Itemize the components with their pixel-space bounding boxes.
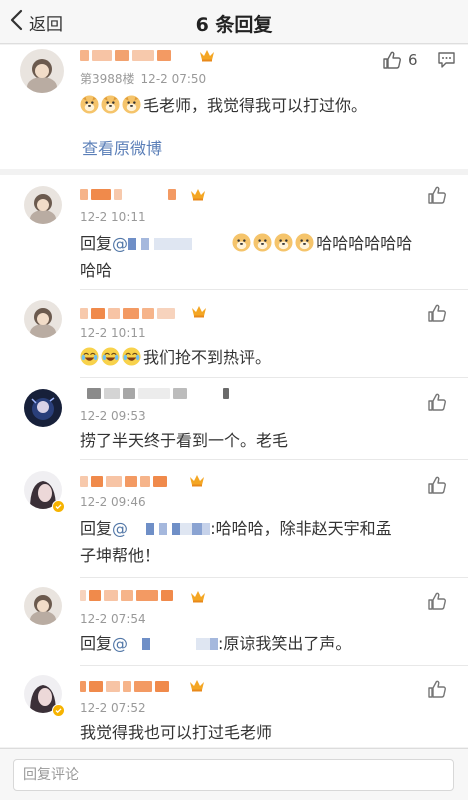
mention-link[interactable]: @ bbox=[112, 519, 211, 538]
timestamp: 12-2 07:50 bbox=[140, 72, 207, 86]
divider bbox=[80, 665, 468, 666]
reply-body: 哈哈哈哈哈哈 bbox=[316, 234, 413, 253]
floor-number: 第3988楼 bbox=[80, 72, 135, 86]
page-title: 6 条回复 bbox=[195, 14, 273, 36]
crown-badge-icon bbox=[190, 187, 206, 201]
timestamp: 12-2 09:53 bbox=[80, 409, 146, 423]
reply-body: :原谅我笑出了声。 bbox=[218, 634, 352, 653]
reply-text: 回复@ 哈哈哈哈哈哈 bbox=[80, 230, 412, 257]
mention-link[interactable]: @ bbox=[112, 234, 232, 253]
reply-prefix: 回复 bbox=[80, 234, 113, 253]
reply-bar bbox=[0, 748, 468, 800]
avatar[interactable] bbox=[24, 587, 62, 625]
laugh-cry-emoji bbox=[80, 347, 99, 366]
doge-emoji bbox=[253, 233, 272, 252]
masked-username[interactable] bbox=[80, 49, 171, 61]
crown-badge-icon bbox=[191, 304, 207, 318]
doge-emoji bbox=[101, 95, 120, 114]
view-original-link[interactable]: 查看原微博 bbox=[82, 135, 162, 159]
divider bbox=[80, 459, 468, 460]
divider bbox=[80, 577, 468, 578]
reply-prefix: 回复 bbox=[80, 634, 113, 653]
reply-input[interactable] bbox=[13, 759, 454, 791]
verified-badge-icon bbox=[52, 704, 65, 717]
verified-badge-icon bbox=[52, 500, 65, 513]
root-comment: 第3988楼 12-2 07:50 6 毛老师，我觉得我可以打过你。 查看原微博 bbox=[0, 45, 468, 169]
timestamp: 12-2 07:54 bbox=[80, 612, 146, 626]
more-comment-icon[interactable] bbox=[437, 51, 456, 69]
reply-prefix: 回复 bbox=[80, 519, 113, 538]
reply-body: :哈哈哈，除非赵天宇和孟 bbox=[210, 519, 392, 538]
reply-text-continued: 哈哈 bbox=[80, 261, 113, 280]
avatar[interactable] bbox=[24, 300, 62, 338]
masked-username[interactable] bbox=[80, 589, 173, 601]
reply-text: 回复@:原谅我笑出了声。 bbox=[80, 630, 351, 657]
mention-link[interactable]: @ bbox=[112, 634, 219, 653]
thumbs-up-icon[interactable] bbox=[427, 679, 447, 699]
doge-emoji bbox=[295, 233, 314, 252]
thumbs-up-icon[interactable] bbox=[427, 591, 447, 611]
crown-badge-icon bbox=[190, 589, 206, 603]
timestamp: 12-2 10:11 bbox=[80, 210, 146, 224]
masked-username[interactable] bbox=[80, 307, 175, 319]
avatar[interactable] bbox=[24, 186, 62, 224]
comment-meta: 第3988楼 12-2 07:50 bbox=[80, 70, 206, 87]
masked-username[interactable] bbox=[80, 188, 176, 200]
timestamp: 12-2 07:52 bbox=[80, 701, 146, 715]
divider bbox=[80, 289, 468, 290]
comment-body: 毛老师，我觉得我可以打过你。 bbox=[143, 96, 368, 115]
masked-username[interactable] bbox=[80, 475, 167, 487]
masked-username[interactable] bbox=[80, 680, 169, 692]
doge-emoji bbox=[80, 95, 99, 114]
thumbs-up-icon[interactable] bbox=[382, 50, 402, 70]
laugh-cry-emoji bbox=[122, 347, 141, 366]
reply-text: 我觉得我也可以打过毛老师 bbox=[80, 723, 273, 742]
reply-text-continued: 子坤帮他！ bbox=[80, 546, 161, 565]
crown-badge-icon bbox=[189, 678, 205, 692]
masked-username[interactable] bbox=[87, 387, 229, 399]
doge-emoji bbox=[274, 233, 293, 252]
doge-emoji bbox=[122, 95, 141, 114]
nav-bar: 返回 6 条回复 bbox=[0, 0, 468, 44]
thumbs-up-icon[interactable] bbox=[427, 303, 447, 323]
comment-text: 毛老师，我觉得我可以打过你。 bbox=[80, 92, 367, 119]
reply-body: 我们抢不到热评。 bbox=[143, 348, 272, 367]
divider bbox=[80, 377, 468, 378]
reply-text: 捞了半天终于看到一个。老毛 bbox=[80, 431, 289, 450]
crown-badge-icon bbox=[189, 473, 205, 487]
thumbs-up-icon[interactable] bbox=[427, 185, 447, 205]
avatar[interactable] bbox=[24, 389, 62, 427]
thumbs-up-icon[interactable] bbox=[427, 392, 447, 412]
timestamp: 12-2 10:11 bbox=[80, 326, 146, 340]
timestamp: 12-2 09:46 bbox=[80, 495, 146, 509]
thumbs-up-icon[interactable] bbox=[427, 475, 447, 495]
doge-emoji bbox=[232, 233, 251, 252]
avatar[interactable] bbox=[20, 49, 64, 93]
reply-list: 12-2 10:11 回复@ 哈哈哈哈哈哈 哈哈 12-2 10:11 我们抢不… bbox=[0, 175, 468, 747]
reply-text: 我们抢不到热评。 bbox=[80, 344, 271, 371]
reply-text: 回复@ :哈哈哈，除非赵天宇和孟 bbox=[80, 515, 392, 542]
like-count: 6 bbox=[408, 51, 418, 69]
crown-badge-icon bbox=[199, 48, 215, 62]
laugh-cry-emoji bbox=[101, 347, 120, 366]
